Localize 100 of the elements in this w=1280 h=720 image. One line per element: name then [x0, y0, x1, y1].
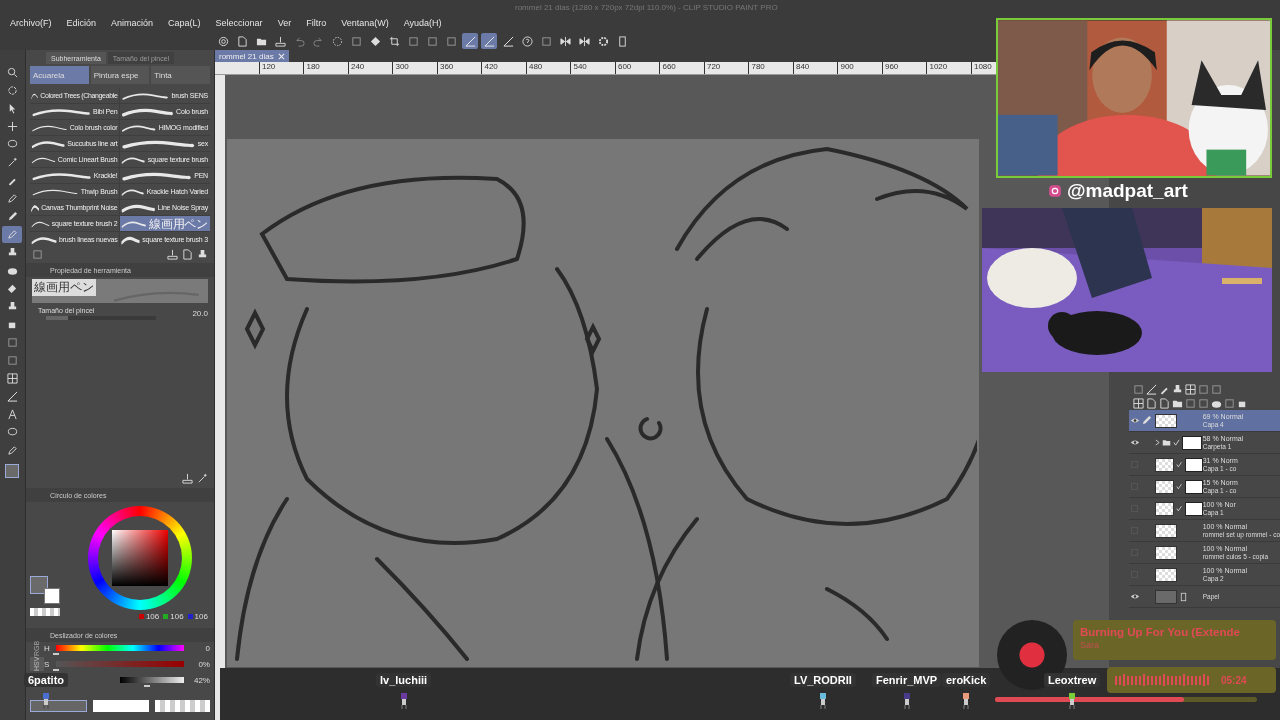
channel-icon — [163, 614, 169, 619]
menu-item[interactable]: Seleccionar — [215, 18, 263, 28]
brush-item[interactable]: 線画用ペン — [120, 216, 210, 231]
wand-icon[interactable] — [7, 157, 18, 168]
transparent-swatch[interactable] — [154, 700, 210, 712]
layer-thumbnail — [1154, 457, 1175, 472]
ruler-label: 660 — [659, 62, 704, 74]
new-file-icon[interactable] — [1145, 398, 1157, 409]
sub-color-swatch[interactable] — [93, 700, 149, 712]
pixel-figure-icon — [817, 693, 828, 709]
grid-icon[interactable] — [1132, 398, 1144, 409]
channel-icon — [187, 614, 193, 619]
text-icon[interactable] — [7, 409, 18, 420]
ruler-label: 360 — [436, 62, 482, 74]
grid-icon[interactable] — [7, 373, 18, 384]
layer-thumbnail — [1154, 567, 1177, 582]
blob-icon[interactable] — [1210, 398, 1222, 409]
slider-thumb[interactable] — [52, 667, 59, 671]
layer-thumbnail — [1154, 501, 1175, 516]
channel-value: 106 — [194, 612, 208, 621]
new-file-icon[interactable] — [1158, 398, 1170, 409]
slider-label: H — [43, 643, 51, 653]
stroke-icon — [121, 170, 193, 181]
ruler-label: 480 — [525, 62, 571, 74]
viewer-name: eroKick — [942, 673, 991, 687]
pixel-figure-icon — [41, 693, 52, 709]
ruler-label: 900 — [837, 62, 882, 74]
stroke-icon — [30, 106, 91, 117]
layer-thumbnail — [1154, 523, 1177, 538]
move-icon[interactable] — [7, 121, 18, 132]
menu-item[interactable]: Ayuda(H) — [403, 18, 442, 28]
pixel-figure-icon — [901, 693, 912, 709]
subtool-group-tab[interactable]: Pintura espe — [90, 66, 150, 84]
eye-icon[interactable] — [1129, 593, 1140, 600]
slider-thumb[interactable] — [52, 651, 59, 655]
ruler-icon[interactable] — [1145, 384, 1157, 395]
ruler-label: 960 — [881, 62, 927, 74]
color-swatch[interactable] — [5, 464, 20, 478]
pixel-figure-icon — [1067, 693, 1078, 709]
layer-thumbnail — [1154, 545, 1177, 560]
channel-value: 106 — [145, 612, 160, 621]
check-icon — [1176, 483, 1183, 490]
menu-item[interactable]: Ver — [277, 18, 292, 28]
pixel-figure-icon — [398, 693, 409, 709]
search-icon[interactable] — [7, 67, 18, 78]
song-artist: Sara — [1080, 640, 1100, 650]
sub-color-swatch[interactable] — [43, 588, 60, 604]
pencil-icon[interactable] — [7, 211, 18, 222]
viewer-name: Leoxtrew — [1044, 673, 1101, 687]
document-tab[interactable]: rommel 21 dias — [214, 50, 289, 62]
transparent-swatch[interactable] — [29, 608, 60, 616]
menu-item[interactable]: Animación — [111, 18, 154, 28]
menu-item[interactable]: Capa(L) — [168, 18, 201, 28]
stroke-icon — [121, 234, 141, 245]
ruler-label: 240 — [347, 62, 393, 74]
viewer-name: 6patito — [24, 673, 69, 687]
lasso-icon[interactable] — [7, 139, 18, 150]
camera-icon — [1048, 184, 1062, 198]
tray-icon[interactable] — [181, 473, 193, 484]
folder-icon — [1161, 438, 1171, 447]
channel-icon — [138, 614, 144, 619]
subtool-group-tab[interactable]: Tinta — [151, 66, 210, 84]
wand-icon[interactable] — [196, 473, 208, 484]
viewer-name: LV_RODRII — [790, 673, 856, 687]
blob-icon[interactable] — [7, 265, 18, 276]
stroke-icon — [30, 170, 92, 181]
menu-item[interactable]: Filtro — [306, 18, 327, 28]
ruler-icon[interactable] — [7, 391, 18, 402]
ruler-label: 600 — [614, 62, 660, 74]
main-color-swatch[interactable] — [29, 700, 88, 712]
grid-icon[interactable] — [1184, 384, 1196, 395]
main-color-swatch[interactable] — [29, 576, 48, 594]
close-icon[interactable] — [277, 52, 285, 60]
menu-item[interactable]: Edición — [66, 18, 97, 28]
stamp-icon[interactable] — [7, 247, 18, 258]
menu-item[interactable]: Archivo(F) — [10, 18, 52, 28]
new-file-icon[interactable] — [181, 248, 193, 260]
tab-title: rommel 21 dias — [218, 51, 274, 61]
pixel-figure-icon — [961, 693, 972, 709]
stamp-icon[interactable] — [7, 301, 18, 312]
ruler-label: 840 — [792, 62, 838, 74]
ruler-label: 540 — [570, 62, 615, 74]
pen-icon[interactable] — [7, 193, 18, 204]
waveform-icon — [1115, 674, 1211, 686]
eye-icon[interactable] — [1129, 439, 1140, 446]
slider-value: 0% — [197, 659, 210, 669]
tray-icon[interactable] — [166, 248, 178, 260]
document-icon — [1178, 591, 1188, 602]
channel-value: 106 — [170, 612, 184, 621]
menu-item[interactable]: Ventana(W) — [341, 18, 389, 28]
social-handle: @madpat_art — [1067, 180, 1188, 202]
tool-button[interactable] — [2, 226, 23, 243]
slider-thumb[interactable] — [143, 683, 150, 687]
slider-label: S — [43, 659, 51, 669]
eye-icon[interactable] — [1129, 417, 1140, 424]
stamp-icon[interactable] — [196, 248, 208, 260]
preview-label: 線画用ペン — [31, 279, 96, 296]
lasso-icon[interactable] — [7, 427, 18, 438]
stamp-icon[interactable] — [1171, 384, 1183, 395]
pen-icon[interactable] — [7, 445, 18, 456]
